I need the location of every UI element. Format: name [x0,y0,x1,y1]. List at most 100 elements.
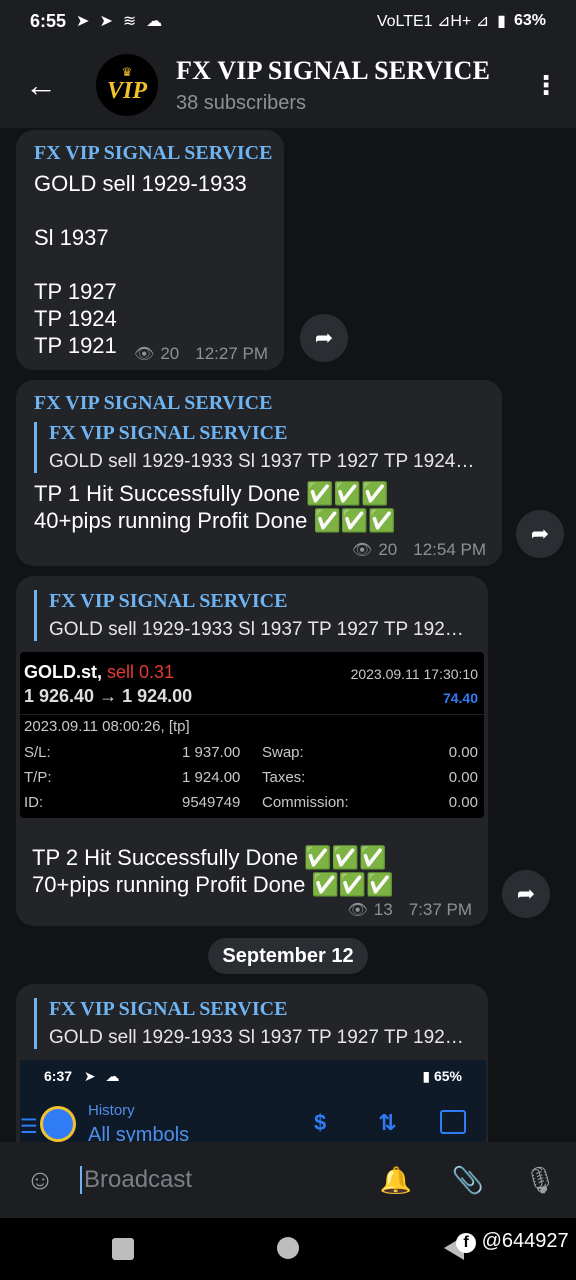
bell-icon[interactable]: 🔔 [360,1165,432,1196]
message-meta: 👁 20 12:27 PM [134,344,268,364]
trade-id-label: ID: [24,794,44,811]
broadcast-input[interactable]: Broadcast [80,1166,360,1194]
eye-icon: 👁 [134,346,155,363]
battery-icon: ▮ [422,1068,431,1084]
reply-sender: FX VIP SIGNAL SERVICE [49,422,288,444]
trade-tp-label: T/P: [24,769,52,786]
cloud-icon: ☁ [105,1068,120,1084]
reply-text: GOLD sell 1929-1933 Sl 1937 TP 1927 TP 1… [49,451,475,472]
reply-text: GOLD sell 1929-1933 Sl 1937 TP 1927 TP 1… [49,1027,464,1048]
message-line: GOLD sell 1929-1933 [34,171,247,196]
message-line: TP 2 Hit Successfully Done ✅✅✅ [32,845,387,870]
message-time: 12:54 PM [413,540,486,559]
trade-taxes-label: Taxes: [262,769,306,786]
trade-commission-label: Commission: [262,794,349,811]
trade-symbol: GOLD.st, [24,662,103,682]
cloud-icon: ☁ [146,13,163,30]
share-button[interactable]: ➦ [502,870,550,918]
reply-preview[interactable]: FX VIP SIGNAL SERVICE GOLD sell 1929-193… [34,998,474,1049]
view-count: 20 [378,540,398,559]
share-button[interactable]: ➦ [516,510,564,558]
message-sender: FX VIP SIGNAL SERVICE [34,392,273,414]
message-line: 70+pips running Profit Done ✅✅✅ [32,872,394,897]
shot-symbols: All symbols [88,1124,190,1142]
clock: 6:55 [30,10,67,31]
message-text: TP 2 Hit Successfully Done ✅✅✅ 70+pips r… [32,844,394,898]
message-bubble[interactable]: FX VIP SIGNAL SERVICE FX VIP SIGNAL SERV… [16,380,502,566]
trade-screenshot[interactable]: GOLD.st, sell 0.31 2023.09.11 17:30:10 1… [20,652,484,818]
message-line: Sl 1937 [34,225,109,250]
reply-preview[interactable]: FX VIP SIGNAL SERVICE GOLD sell 1929-193… [34,590,474,641]
message-line: TP 1927 [34,279,117,304]
recents-button[interactable] [112,1238,134,1260]
dollar-exchange-icon: $ [314,1110,327,1135]
divider [20,714,484,715]
message-time: 7:37 PM [408,900,472,919]
message-line: TP 1924 [34,306,117,331]
subscriber-count: 38 subscribers [176,91,307,114]
date-separator: September 12 [208,938,368,974]
trade-datetime: 2023.09.11 17:30:10 [350,666,478,682]
trade-sl-value: 1 937.00 [182,744,241,761]
message-text: GOLD sell 1929-1933 Sl 1937 TP 1927 TP 1… [34,170,247,359]
message-time: 12:27 PM [195,344,268,363]
back-arrow-icon[interactable]: ← [0,67,82,104]
message-meta: 👁 20 12:54 PM [352,540,486,560]
eye-icon: 👁 [347,902,368,919]
trade-tp-value: 1 924.00 [182,769,241,786]
trade-swap-label: Swap: [262,744,304,761]
shot-battery: 65% [433,1068,462,1084]
channel-title-block[interactable]: FX VIP SIGNAL SERVICE 38 subscribers [176,56,490,115]
trade-profit: 74.40 [442,690,478,706]
facebook-icon: f [456,1233,476,1253]
trade-sl-label: S/L: [24,744,51,761]
composer-bar: ☺ Broadcast 🔔 📎 🎙 [0,1142,576,1218]
reply-preview[interactable]: FX VIP SIGNAL SERVICE GOLD sell 1929-193… [34,422,490,473]
telegram-icon: ➤ [99,13,113,30]
attach-icon[interactable]: 📎 [432,1165,504,1196]
microphone-icon[interactable]: 🎙 [504,1165,576,1196]
reply-sender: FX VIP SIGNAL SERVICE [49,590,288,612]
channel-avatar[interactable]: ♛ VIP [96,54,158,116]
trade-open-time: 2023.09.11 08:00:26, [tp] [24,718,190,735]
shot-history: History [88,1102,135,1119]
channel-name: FX VIP SIGNAL SERVICE [176,55,491,85]
network-indicator: VoLTE1 ⊿H+ ⊿ [376,13,490,30]
reply-text: GOLD sell 1929-1933 Sl 1937 TP 1927 TP 1… [49,619,464,640]
trade-commission-value: 0.00 [448,794,478,811]
watermark-text: @644927 [481,1230,569,1252]
crown-icon: ♛ [121,65,133,79]
trade-swap-value: 0.00 [448,744,478,761]
message-line: 40+pips running Profit Done ✅✅✅ [34,508,396,533]
trade-id-value: 9549749 [182,794,241,811]
trade-prices: 1 926.40 → 1 924.00 [24,686,193,706]
menu-icon: ☰ [20,1116,38,1138]
calendar-icon [440,1110,466,1134]
message-bubble[interactable]: FX VIP SIGNAL SERVICE GOLD sell 1929-193… [16,130,284,370]
status-bar: 6:55 ➤ ➤ ≋ ☁ VoLTE1 ⊿H+ ⊿ ▮ 63% [0,0,576,42]
database-icon: ≋ [122,13,137,30]
embedded-screenshot[interactable]: 6:37 ➤ ☁ ▮ 65% ☰ History All symbols $ ⇅ [20,1060,486,1142]
message-line: TP 1 Hit Successfully Done ✅✅✅ [34,481,389,506]
emoji-icon[interactable]: ☺ [0,1164,80,1196]
telegram-icon: ➤ [76,13,90,30]
sort-icon: ⇅ [378,1110,397,1135]
reply-sender: FX VIP SIGNAL SERVICE [49,998,288,1020]
chat-area[interactable]: FX VIP SIGNAL SERVICE GOLD sell 1929-193… [0,128,576,1142]
message-sender: FX VIP SIGNAL SERVICE [34,142,273,164]
message-meta: 👁 13 7:37 PM [347,900,472,920]
message-bubble[interactable]: FX VIP SIGNAL SERVICE GOLD sell 1929-193… [16,576,488,926]
watermark: f @644927 [456,1230,569,1253]
chat-header: ← ♛ VIP FX VIP SIGNAL SERVICE 38 subscri… [0,42,576,128]
home-button[interactable] [277,1237,299,1259]
trade-side: sell 0.31 [107,662,175,682]
battery-icon: ▮ [497,13,506,30]
share-button[interactable]: ➦ [300,314,348,362]
trade-taxes-value: 0.00 [448,769,478,786]
message-text: TP 1 Hit Successfully Done ✅✅✅ 40+pips r… [34,480,396,534]
eye-icon: 👁 [352,542,373,559]
more-options-icon[interactable]: ⋮ [516,70,576,101]
telegram-icon: ➤ [83,1068,96,1084]
battery-level: 63% [513,12,546,29]
metatrader-icon [40,1106,76,1142]
